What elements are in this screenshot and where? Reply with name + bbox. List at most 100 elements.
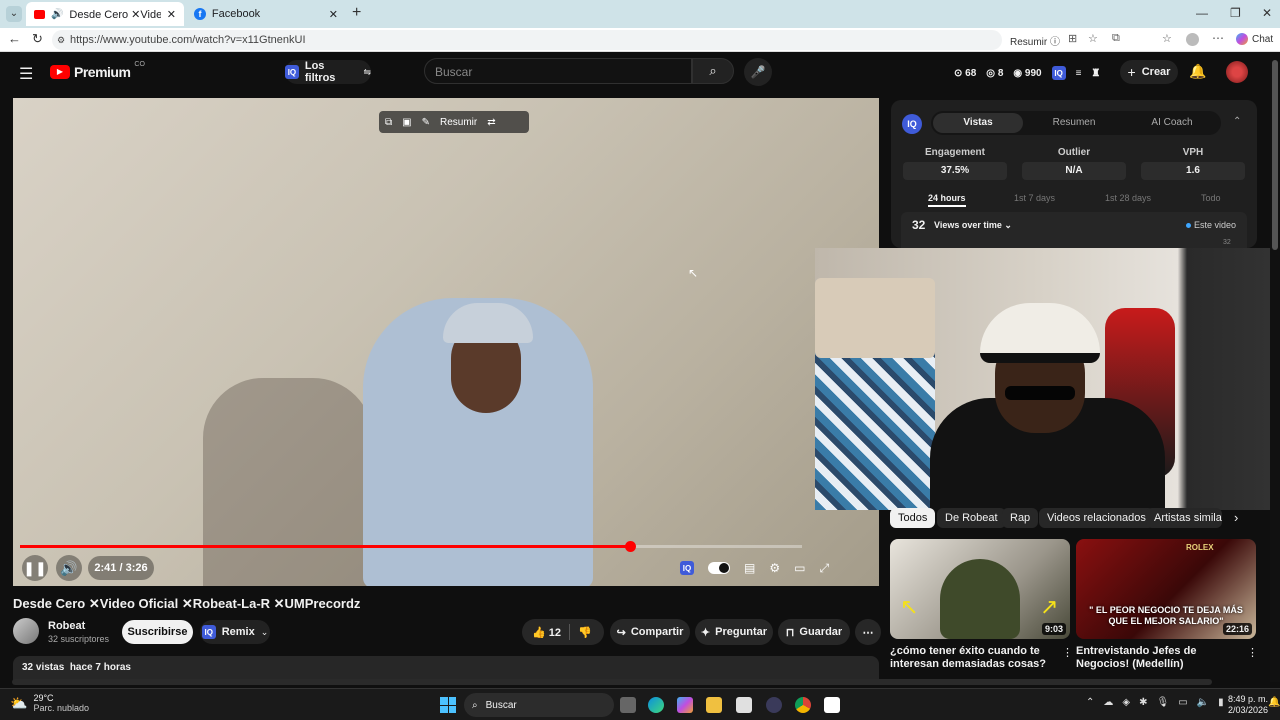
filters-button[interactable]: IQ Los filtros ⇋ [285,60,371,84]
theater-mode-icon[interactable]: ▭ [794,561,805,575]
search-input[interactable]: Buscar [424,58,692,84]
app-icon-dark[interactable] [766,697,782,713]
horizontal-scrollbar[interactable] [12,679,1212,685]
pip-icon[interactable]: ▣ [402,117,411,128]
copilot-chat-button[interactable]: Chat [1236,33,1273,45]
minimize-icon[interactable]: — [1196,6,1208,20]
period-28d[interactable]: 1st 28 days [1105,193,1151,203]
subscribe-button[interactable]: Suscribirse [122,620,193,644]
search-button[interactable]: ⌕ [692,58,734,84]
close-tab-icon[interactable]: ✕ [167,8,176,21]
tab-list-chevron-icon[interactable]: ⌄ [6,6,22,22]
save-button[interactable]: ⊓ Guardar [778,619,850,645]
settings-gear-icon[interactable]: ⚙ [769,561,780,575]
chip-videos-relacionados[interactable]: Videos relacionados [1039,508,1154,528]
recommended-more-icon-1[interactable]: ⋮ [1062,646,1073,659]
close-tab-icon[interactable]: ✕ [329,8,338,21]
more-menu-icon[interactable]: ⋯ [1212,31,1224,45]
edit-icon[interactable]: ✎ [422,117,430,128]
progress-scrubber[interactable] [624,541,636,552]
onedrive-icon[interactable]: ☁ [1103,697,1113,708]
chips-next-icon[interactable]: › [1234,510,1238,525]
channel-avatar[interactable] [13,618,39,644]
favorite-icon[interactable]: ☆ [1088,32,1098,45]
microphone-icon[interactable]: 🎤 [744,58,772,86]
battery-icon[interactable]: ▮ [1218,697,1224,708]
bluetooth-icon[interactable]: ✱ [1139,697,1147,708]
tune-icon[interactable]: ⚙ [57,30,65,50]
fullscreen-icon[interactable]: ⤢ [819,561,829,576]
chevron-up-icon[interactable]: ⌃ [1086,697,1094,708]
screenshot-icon[interactable]: ⧉ [385,117,392,128]
more-actions-button[interactable]: ⋯ [855,619,881,645]
collapse-chevron-icon[interactable]: ⌃ [1233,116,1241,127]
reload-icon[interactable]: ↻ [32,31,43,47]
recommended-title-1[interactable]: ¿cómo tener éxito cuando te interesan de… [890,645,1060,671]
translate-icon[interactable]: ⇄ [487,117,495,128]
overlay-resumir-label[interactable]: Resumir [440,117,477,128]
recommended-thumb-2[interactable]: ROLEX " EL PEOR NEGOCIO TE DEJA MÁS QUE … [1076,539,1256,639]
lines-icon[interactable]: ≡ [1076,68,1082,79]
close-window-icon[interactable]: ✕ [1262,6,1272,20]
recommended-title-2[interactable]: Entrevistando Jefes de Negocios! (Medell… [1076,645,1246,671]
vertical-scrollbar[interactable] [1270,52,1280,682]
back-icon[interactable]: ← [8,31,21,46]
chip-de-robeat[interactable]: De Robeat [937,508,1006,528]
resumir-button[interactable]: Resumir ⓘ [1010,33,1060,48]
weather-widget[interactable]: ⛅ 29°C Parc. nublado [10,693,89,713]
tab-ai-coach[interactable]: AI Coach [1125,113,1219,133]
display-icon[interactable]: ▭ [1178,697,1187,708]
mic-tray-icon[interactable]: 🎙 [1156,697,1169,708]
favorites-bar-icon[interactable]: ☆ [1162,32,1172,45]
new-tab-icon[interactable]: + [352,4,361,22]
app-tray-icon[interactable]: ◈ [1122,697,1130,708]
share-button[interactable]: ↪ Compartir [610,619,690,645]
chip-rap[interactable]: Rap [1002,508,1039,528]
period-7d[interactable]: 1st 7 days [1014,193,1055,203]
youtube-logo[interactable]: ▶ Premium CO [50,61,145,80]
tab-youtube[interactable]: 🔊 Desde Cero ✕Video Oficial ✕ ✕ [26,2,184,26]
split-screen-icon[interactable]: ⊞ [1068,32,1077,45]
task-view-icon[interactable] [620,697,636,713]
store-icon[interactable] [736,697,752,713]
copilot-icon[interactable] [677,697,693,713]
taskbar-search[interactable]: ⌕ Buscar [464,693,614,717]
menu-icon[interactable]: ☰ [19,64,33,84]
start-button[interactable] [440,697,456,713]
restore-icon[interactable]: ❐ [1230,6,1241,20]
chip-todos[interactable]: Todos [890,508,936,528]
views-dropdown[interactable]: Views over time ⌄ [934,220,1012,231]
clock[interactable]: 8:49 p. m. 2/03/2026 [1228,694,1268,716]
notifications-bell-icon[interactable]: 🔔 [1189,63,1206,80]
like-button[interactable]: 👍 12 [532,626,561,639]
tab-vistas[interactable]: Vistas [933,113,1023,133]
tab-facebook[interactable]: f Facebook ✕ [186,2,346,26]
period-24h[interactable]: 24 hours [928,193,966,207]
edge-icon[interactable] [648,697,664,713]
pause-button[interactable]: ❚❚ [22,555,48,581]
extensions-icon[interactable]: ⧉ [1112,32,1120,45]
file-explorer-icon[interactable] [706,697,722,713]
speaker-icon[interactable]: 🔊 [51,9,63,20]
recommended-more-icon-2[interactable]: ⋮ [1247,646,1258,659]
recommended-thumb-1[interactable]: ↖ ↗ 9:03 [890,539,1070,639]
description-box[interactable]: 32 vistas hace 7 horas [13,656,879,680]
subtitles-icon[interactable]: ▤ [744,561,755,575]
avatar[interactable] [1226,61,1248,83]
dislike-button[interactable]: 👎 [578,626,592,639]
remix-button[interactable]: IQ Remix ⌄ [200,620,270,644]
ask-button[interactable]: ✦ Preguntar [695,619,773,645]
trophy-icon[interactable]: ♜ [1091,68,1100,79]
progress-bar[interactable] [20,541,802,552]
create-button[interactable]: + Crear [1120,60,1178,84]
iq-icon[interactable]: IQ [1051,66,1066,80]
url-field[interactable]: ⚙ https://www.youtube.com/watch?v=x11Gtn… [52,30,1002,50]
channel-name[interactable]: Robeat [48,620,85,632]
video-player[interactable]: ⧉ ▣ ✎ Resumir ⇄ ↖ [13,98,879,586]
profile-icon[interactable] [1186,33,1199,46]
volume-tray-icon[interactable]: 🔈 [1197,697,1209,708]
tab-resumen[interactable]: Resumen [1029,113,1119,133]
chrome-icon[interactable] [795,697,811,713]
notifications-icon[interactable]: 🔔 [1268,697,1280,708]
volume-button[interactable]: 🔊 [56,555,82,581]
